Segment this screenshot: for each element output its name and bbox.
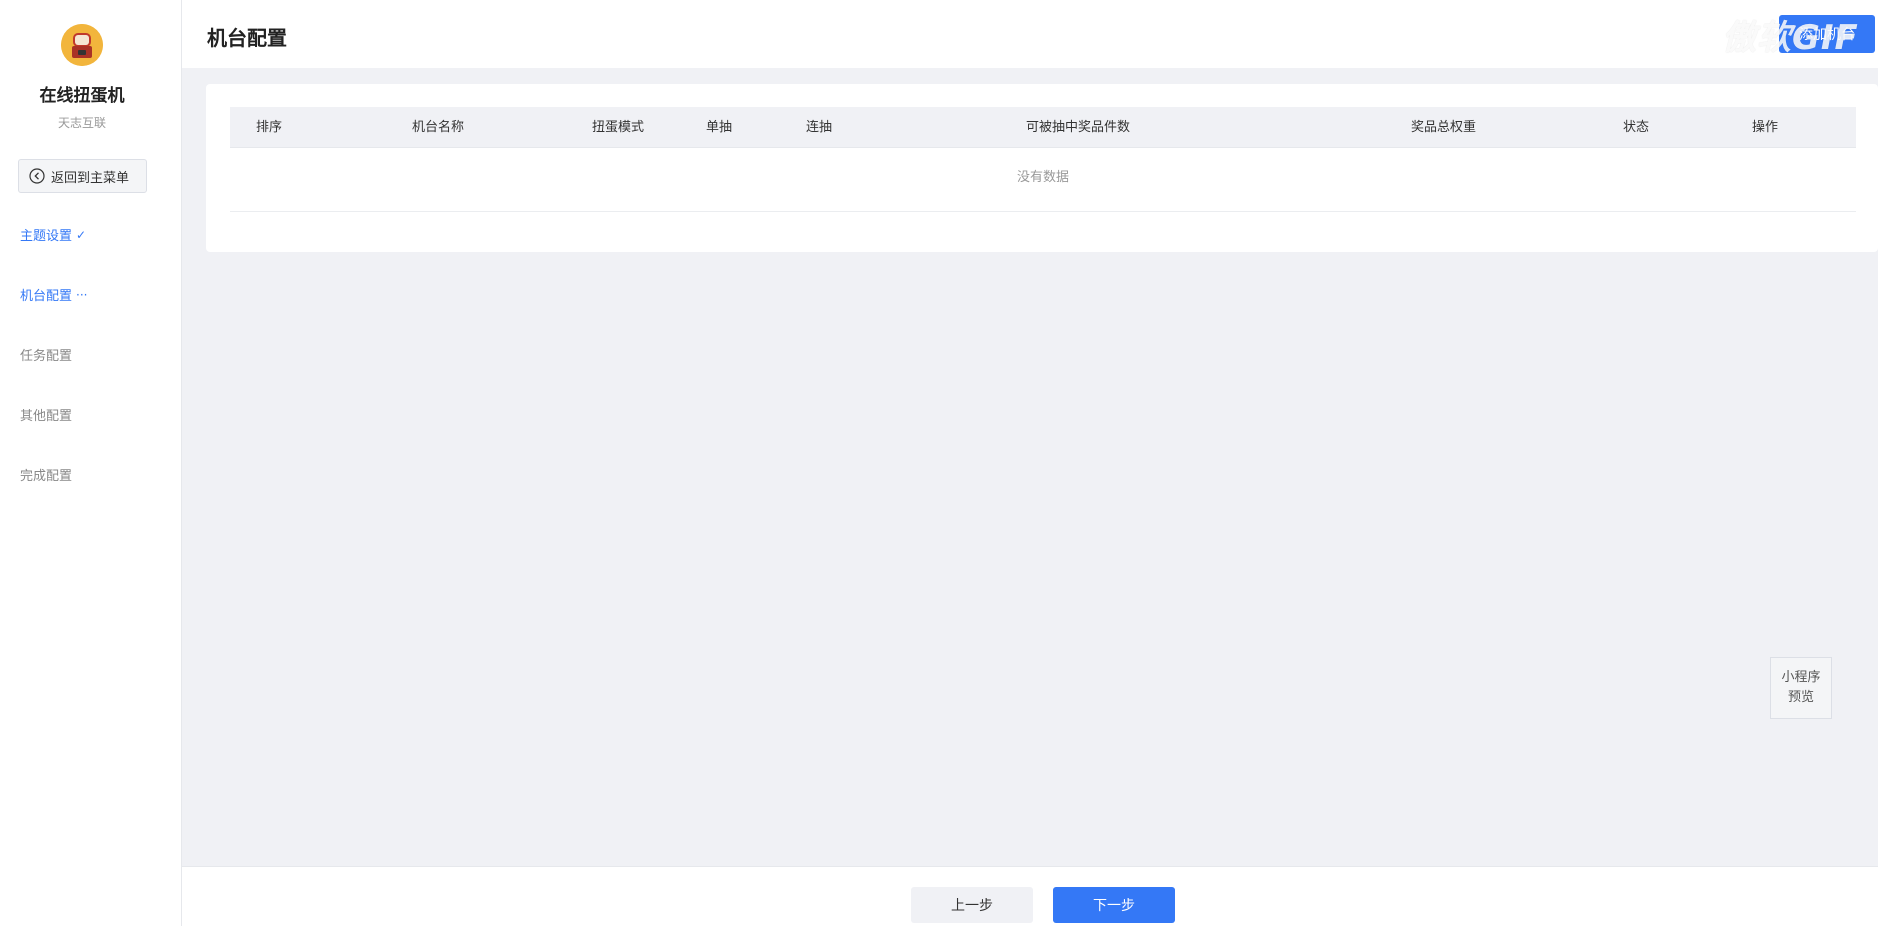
column-header: 排序 xyxy=(256,120,283,135)
column-header: 机台名称 xyxy=(412,120,465,135)
page-header: 机台配置 添加机台 傲软GIF xyxy=(182,0,1878,68)
sidebar: 在线扭蛋机 天志互联 返回到主菜单 主题设置 ✓ 机台配置 ··· 任务配置 其… xyxy=(0,0,182,926)
sidebar-item-label: 任务配置 xyxy=(20,349,73,364)
preview-label-line2: 预览 xyxy=(1787,690,1814,705)
company-name: 天志互联 xyxy=(57,116,106,130)
column-header: 单抽 xyxy=(706,120,733,135)
column-header: 状态 xyxy=(1623,120,1650,135)
sidebar-item-label: 完成配置 xyxy=(20,469,73,484)
sidebar-item-machine-config[interactable]: 机台配置 ··· xyxy=(20,285,88,305)
sidebar-item-finish-config[interactable]: 完成配置 xyxy=(20,465,72,484)
sidebar-item-theme-settings[interactable]: 主题设置 ✓ xyxy=(20,225,87,245)
page-title: 机台配置 xyxy=(207,26,287,50)
sidebar-item-task-config[interactable]: 任务配置 xyxy=(20,345,72,364)
mini-program-preview-button[interactable]: 小程序 预览 xyxy=(1770,657,1832,719)
machine-table-card: 排序 机台名称 扭蛋模式 单抽 连抽 可被抽中奖品件数 奖品总权重 状态 操作 … xyxy=(206,84,1878,252)
more-dots-icon: ··· xyxy=(76,287,88,302)
preview-label-line1: 小程序 xyxy=(1781,670,1821,685)
sidebar-item-other-config[interactable]: 其他配置 xyxy=(20,405,72,424)
column-header: 操作 xyxy=(1752,120,1779,135)
page-footer: 上一步 下一步 xyxy=(182,866,1878,926)
chevron-left-circle-icon xyxy=(29,168,45,184)
column-header: 可被抽中奖品件数 xyxy=(1026,120,1131,135)
column-header: 扭蛋模式 xyxy=(592,120,645,135)
back-to-main-menu-button[interactable]: 返回到主菜单 xyxy=(18,159,147,193)
back-button-label: 返回到主菜单 xyxy=(51,170,130,186)
prev-step-button[interactable]: 上一步 xyxy=(911,887,1033,923)
sidebar-item-label: 其他配置 xyxy=(20,409,73,424)
next-step-button[interactable]: 下一步 xyxy=(1053,887,1175,923)
add-machine-button[interactable]: 添加机台 xyxy=(1779,15,1875,53)
app-root: 在线扭蛋机 天志互联 返回到主菜单 主题设置 ✓ 机台配置 ··· 任务配置 其… xyxy=(0,0,1878,926)
column-header: 奖品总权重 xyxy=(1411,120,1477,135)
empty-state-text: 没有数据 xyxy=(230,148,1856,212)
app-name: 在线扭蛋机 xyxy=(39,86,125,106)
check-icon: ✓ xyxy=(76,227,87,242)
sidebar-item-label: 机台配置 xyxy=(20,289,73,304)
table-header: 排序 机台名称 扭蛋模式 单抽 连抽 可被抽中奖品件数 奖品总权重 状态 操作 xyxy=(230,107,1856,148)
sidebar-item-label: 主题设置 xyxy=(20,229,73,244)
preview-label: 小程序 预览 xyxy=(1781,668,1820,708)
column-header: 连抽 xyxy=(806,120,833,135)
app-logo-icon xyxy=(61,24,103,66)
